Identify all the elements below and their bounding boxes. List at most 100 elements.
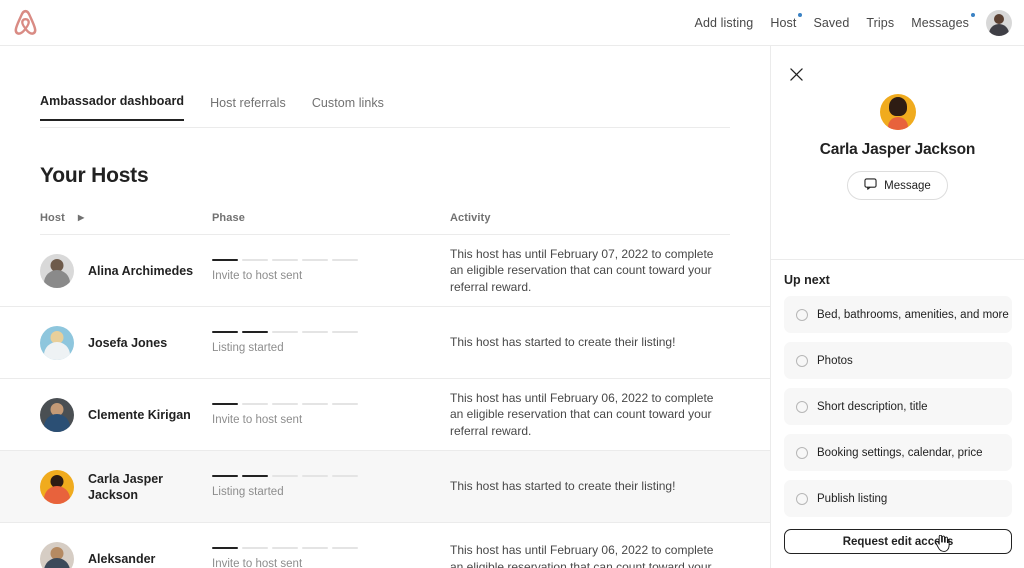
phase-label: Invite to host sent bbox=[212, 270, 303, 282]
nav-item-label: Host bbox=[770, 15, 797, 30]
avatar-body bbox=[44, 485, 70, 504]
progress-segment bbox=[302, 475, 328, 477]
phase-progress-bar bbox=[212, 403, 450, 405]
table-row[interactable]: Josefa Jones Listing started This host has… bbox=[0, 307, 770, 379]
host-cell: Alina Archimedes bbox=[40, 253, 212, 288]
progress-segment bbox=[302, 331, 328, 333]
host-avatar bbox=[40, 253, 74, 288]
nav-item-saved[interactable]: Saved bbox=[813, 16, 849, 30]
host-cell: Clemente Kirigan bbox=[40, 397, 212, 432]
airbnb-logo[interactable] bbox=[12, 8, 39, 37]
progress-segment bbox=[242, 259, 268, 261]
nav-item-label: Trips bbox=[866, 15, 895, 30]
checkbox-circle-icon[interactable] bbox=[796, 446, 808, 459]
progress-segment bbox=[272, 331, 298, 333]
avatar-body bbox=[44, 269, 70, 288]
progress-segment bbox=[302, 259, 328, 261]
tab-label: Custom links bbox=[311, 96, 384, 110]
progress-segment bbox=[332, 331, 358, 333]
table-row[interactable]: Carla Jasper Jackson Listing started This … bbox=[0, 451, 770, 523]
progress-segment bbox=[332, 259, 358, 261]
dashboard-tabs: Ambassador dashboard Host referrals Cust… bbox=[40, 94, 384, 121]
close-icon[interactable] bbox=[785, 63, 807, 85]
checkbox-circle-icon[interactable] bbox=[796, 308, 808, 321]
hosts-table-body: Alina Archimedes Invite to host sent This … bbox=[0, 235, 770, 568]
nav-item-host[interactable]: Host bbox=[770, 12, 803, 30]
nav-item-label: Add listing bbox=[694, 15, 754, 30]
page-title: Your Hosts bbox=[40, 164, 149, 187]
progress-segment bbox=[212, 547, 238, 549]
host-notification-dot bbox=[798, 12, 803, 17]
tab-host-referrals[interactable]: Host referrals bbox=[210, 96, 286, 121]
tab-custom-links[interactable]: Custom links bbox=[312, 96, 384, 121]
progress-segment bbox=[332, 547, 358, 549]
avatar-body bbox=[887, 117, 908, 130]
checklist-item[interactable]: Bed, bathrooms, amenities, and more bbox=[784, 296, 1012, 333]
progress-segment bbox=[272, 259, 298, 261]
host-name: Aleksander bbox=[88, 551, 156, 566]
host-name: Carla Jasper Jackson bbox=[88, 471, 164, 502]
column-header-activity: Activity bbox=[450, 212, 491, 224]
progress-segment bbox=[332, 475, 358, 477]
tab-label: Host referrals bbox=[210, 96, 286, 110]
phase-cell: Listing started bbox=[212, 475, 450, 498]
avatar-head bbox=[888, 97, 907, 116]
checklist-item-label: Publish listing bbox=[817, 492, 888, 505]
up-next-heading: Up next bbox=[784, 273, 830, 287]
panel-avatar bbox=[879, 94, 916, 130]
checklist-item[interactable]: Photos bbox=[784, 342, 1012, 379]
up-next-checklist: Bed, bathrooms, amenities, and more Photo… bbox=[784, 296, 1012, 517]
column-header-host[interactable]: Host ▶ bbox=[40, 212, 84, 224]
phase-progress-bar bbox=[212, 547, 450, 549]
checklist-item[interactable]: Booking settings, calendar, price bbox=[784, 434, 1012, 471]
activity-cell: This host has until February 06, 2022 to… bbox=[450, 390, 714, 438]
progress-segment bbox=[212, 259, 238, 261]
checkbox-circle-icon[interactable] bbox=[796, 354, 808, 367]
avatar-body bbox=[44, 557, 70, 568]
progress-segment bbox=[212, 475, 238, 477]
column-header-label: Activity bbox=[450, 212, 491, 224]
progress-segment bbox=[242, 403, 268, 405]
nav-item-messages[interactable]: Messages bbox=[911, 12, 975, 30]
host-avatar bbox=[40, 397, 74, 432]
avatar-body bbox=[44, 413, 70, 432]
phase-cell: Invite to host sent bbox=[212, 403, 450, 426]
progress-segment bbox=[302, 403, 328, 405]
checklist-item[interactable]: Publish listing bbox=[784, 480, 1012, 517]
nav-item-add-listing[interactable]: Add listing bbox=[695, 16, 754, 30]
checklist-item-label: Photos bbox=[817, 354, 853, 367]
host-name: Alina Archimedes bbox=[88, 263, 194, 278]
host-name: Josefa Jones bbox=[88, 335, 168, 350]
sort-caret-icon[interactable]: ▶ bbox=[78, 213, 84, 222]
activity-cell: This host has until February 06, 2022 to… bbox=[450, 543, 714, 568]
message-button[interactable]: Message bbox=[847, 171, 948, 200]
table-row[interactable]: Aleksander Invite to host sent This host h… bbox=[0, 523, 770, 568]
tab-label: Ambassador dashboard bbox=[40, 94, 185, 108]
phase-progress-bar bbox=[212, 331, 450, 333]
panel-divider bbox=[771, 259, 1024, 260]
tab-ambassador-dashboard[interactable]: Ambassador dashboard bbox=[40, 94, 185, 121]
phase-cell: Invite to host sent bbox=[212, 547, 450, 568]
table-row[interactable]: Clemente Kirigan Invite to host sent This … bbox=[0, 379, 770, 451]
request-edit-access-button[interactable]: Request edit access bbox=[784, 529, 1012, 554]
phase-cell: Invite to host sent bbox=[212, 259, 450, 282]
progress-segment bbox=[272, 475, 298, 477]
table-row[interactable]: Alina Archimedes Invite to host sent This … bbox=[0, 235, 770, 307]
checklist-item[interactable]: Short description, title bbox=[784, 388, 1012, 425]
avatar-body bbox=[44, 341, 70, 360]
message-button-label: Message bbox=[884, 179, 931, 192]
nav-item-trips[interactable]: Trips bbox=[866, 16, 894, 30]
activity-cell: This host has until February 07, 2022 to… bbox=[450, 246, 714, 294]
column-header-label: Host bbox=[40, 212, 65, 224]
account-avatar[interactable] bbox=[986, 9, 1012, 36]
progress-segment bbox=[272, 403, 298, 405]
checkbox-circle-icon[interactable] bbox=[796, 400, 808, 413]
request-edit-access-label: Request edit access bbox=[842, 535, 954, 548]
airbnb-ambassador-dashboard: Add listing Host Saved Trips Messages Am… bbox=[0, 0, 1024, 568]
checkbox-circle-icon[interactable] bbox=[796, 492, 808, 505]
progress-segment bbox=[332, 403, 358, 405]
host-avatar bbox=[40, 325, 74, 360]
host-cell: Josefa Jones bbox=[40, 325, 212, 360]
activity-cell: This host has started to create their li… bbox=[450, 335, 676, 350]
nav-links-group: Add listing Host Saved Trips Messages bbox=[695, 9, 1012, 36]
